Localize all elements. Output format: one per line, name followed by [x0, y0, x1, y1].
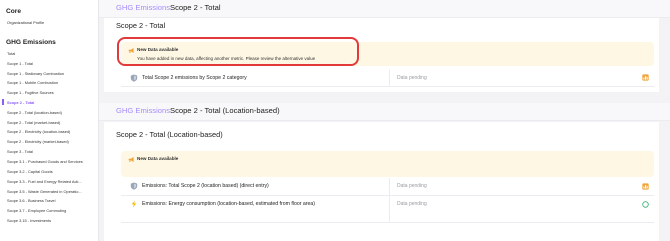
sidebar-item-scope3-1[interactable]: Scope 3.1 - Purchased Goods and Services [7, 159, 95, 164]
card-title: Scope 2 - Total [116, 21, 166, 30]
sidebar-item-scope1-stationary[interactable]: Scope 1 - Stationary Combustion [7, 71, 95, 76]
sidebar-item-scope3-15[interactable]: Scope 3.15 - Investments [7, 218, 95, 223]
sidebar-item-organizational-profile[interactable]: Organizational Profile [7, 20, 95, 25]
card-scope2-total: Scope 2 - Total New Data available You h… [104, 18, 659, 92]
sidebar-item-scope2-total-location[interactable]: Scope 2 - Total (location-based) [7, 110, 95, 115]
megaphone-icon [128, 48, 134, 53]
row-divider [389, 70, 390, 86]
metric-label: Total Scope 2 emissions by Scope 2 categ… [142, 75, 247, 81]
main-content: GHG Emissions Scope 2 - Total Scope 2 - … [99, 0, 670, 241]
sidebar-item-scope2-total-market[interactable]: Scope 2 - Total (market-based) [7, 120, 95, 125]
banner-message: You have added in new data, affecting an… [137, 56, 316, 61]
sidebar-active-indicator [2, 99, 4, 105]
banner-title: New Data available [137, 47, 179, 52]
breadcrumb-parent[interactable]: GHG Emissions [116, 3, 170, 12]
section-header-scope2-location: GHG Emissions Scope 2 - Total (Location-… [99, 103, 670, 121]
metric-row[interactable]: Total Scope 2 emissions by Scope 2 categ… [121, 70, 654, 87]
card-scope2-location: Scope 2 - Total (Location-based) New Dat… [104, 122, 659, 241]
card-title: Scope 2 - Total (Location-based) [116, 130, 223, 139]
metric-label: Emissions: Energy consumption (location-… [142, 201, 315, 207]
lightning-icon [131, 200, 137, 208]
metric-value: Data pending [397, 183, 427, 189]
section-header-scope2-total: GHG Emissions Scope 2 - Total [99, 0, 670, 18]
metric-row[interactable]: Emissions: Energy consumption (location-… [121, 196, 654, 223]
sidebar-item-scope2-electricity-market[interactable]: Scope 2 - Electricity (market-based) [7, 139, 95, 144]
sidebar-item-scope2-electricity-location[interactable]: Scope 2 - Electricity (location-based) [7, 129, 95, 134]
megaphone-icon [128, 157, 134, 162]
sidebar-item-scope3-6[interactable]: Scope 3.6 - Business Travel [7, 198, 95, 203]
sidebar-heading-core: Core [6, 8, 22, 15]
sidebar-item-scope1-fugitive[interactable]: Scope 1 - Fugitive Sources [7, 90, 95, 95]
metric-value: Data pending [397, 201, 427, 207]
row-divider [389, 196, 390, 222]
metric-value: Data pending [397, 75, 427, 81]
sidebar-item-scope1-total[interactable]: Scope 1 - Total [7, 61, 95, 66]
sidebar-item-scope3-3[interactable]: Scope 3.3 - Fuel and Energy Related Acti… [7, 179, 95, 184]
sidebar-item-scope1-mobile[interactable]: Scope 1 - Mobile Combustion [7, 80, 95, 85]
metric-label: Emissions: Total Scope 2 (location based… [142, 183, 269, 189]
circle-icon[interactable] [642, 201, 649, 208]
metric-row[interactable]: Emissions: Total Scope 2 (location based… [121, 178, 654, 196]
sidebar-item-total[interactable]: Total [7, 51, 95, 56]
sidebar-item-scope2-total[interactable]: Scope 2 - Total [7, 100, 95, 105]
banner-title: New Data available [137, 156, 179, 161]
sidebar-item-scope3-7[interactable]: Scope 3.7 - Employee Commuting [7, 208, 95, 213]
new-data-banner: New Data available You have added in new… [121, 42, 654, 66]
sidebar-item-scope3-2[interactable]: Scope 3.2 - Capital Goods [7, 169, 95, 174]
breadcrumb-current: Scope 2 - Total (Location-based) [170, 106, 280, 115]
chart-bar-icon[interactable] [642, 74, 649, 81]
sidebar-item-scope3-total[interactable]: Scope 3 - Total [7, 149, 95, 154]
breadcrumb-current: Scope 2 - Total [170, 3, 221, 12]
row-divider [389, 178, 390, 195]
breadcrumb-parent[interactable]: GHG Emissions [116, 106, 170, 115]
sidebar-heading-ghg-emissions: GHG Emissions [6, 39, 56, 46]
new-data-banner: New Data available [121, 151, 654, 177]
chart-bar-icon[interactable] [642, 183, 649, 190]
shield-icon [130, 182, 138, 190]
shield-icon [130, 74, 138, 82]
sidebar: Core Organizational Profile GHG Emission… [0, 0, 99, 241]
sidebar-item-scope3-5[interactable]: Scope 3.5 - Waste Generated in Operatio.… [7, 189, 95, 194]
